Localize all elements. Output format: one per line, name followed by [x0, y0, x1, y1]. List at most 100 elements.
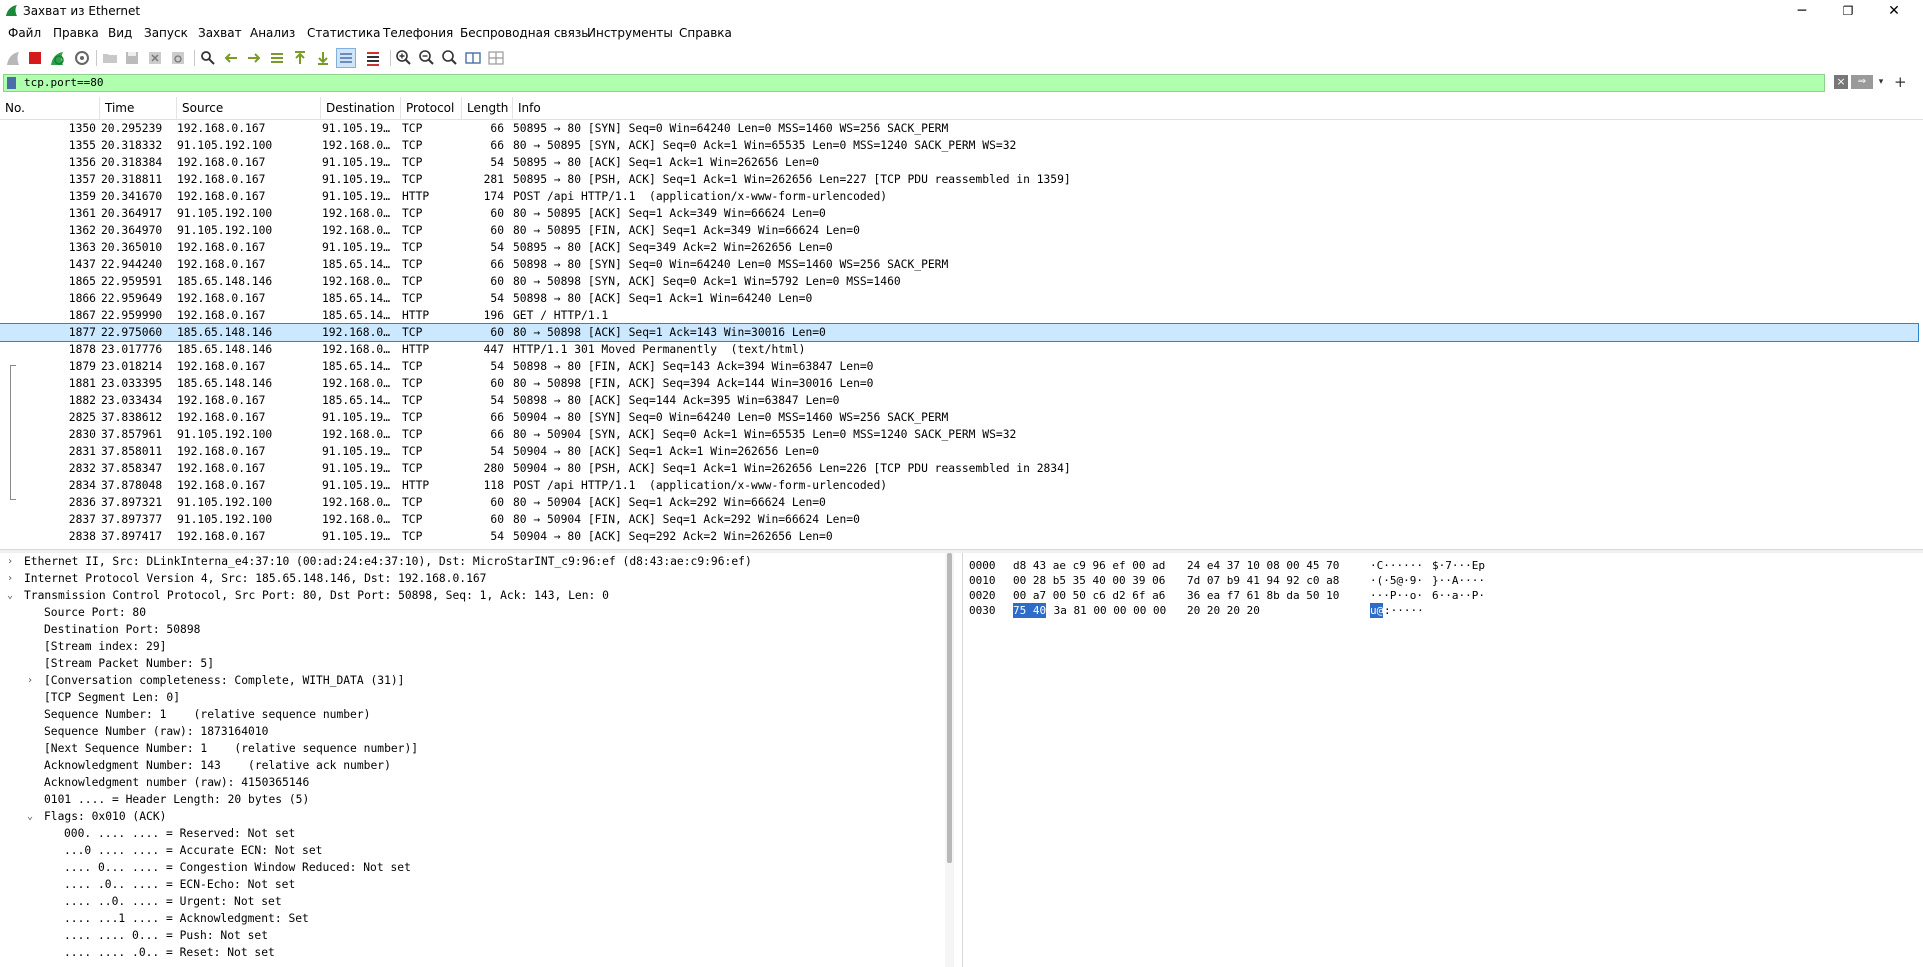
start-capture-fin-icon[interactable]	[4, 49, 22, 67]
menu-statistics[interactable]: Статистика	[307, 26, 381, 40]
menu-telephony[interactable]: Телефония	[383, 26, 453, 40]
collapse-chevron-down-icon[interactable]: ⌄	[24, 808, 36, 825]
column-header-destination[interactable]: Destination	[321, 97, 401, 119]
menu-capture[interactable]: Захват	[198, 26, 242, 40]
close-file-icon[interactable]	[146, 49, 164, 67]
go-forward-arrow-icon[interactable]	[245, 49, 263, 67]
byte-hex: 00 28 b5 35 40 00 39 06	[1013, 574, 1166, 587]
expand-chevron-right-icon[interactable]: ›	[4, 553, 16, 570]
expand-chevron-right-icon[interactable]: ›	[24, 672, 36, 689]
column-header-time[interactable]: Time	[100, 97, 177, 119]
cell-info: 50904 → 80 [PSH, ACK] Seq=1 Ack=1 Win=26…	[513, 462, 1071, 475]
column-header-protocol[interactable]: Protocol	[401, 97, 462, 119]
cell-info: 50895 → 80 [PSH, ACK] Seq=1 Ack=1 Win=26…	[513, 173, 1071, 186]
first-packet-icon[interactable]	[291, 49, 309, 67]
column-header-source[interactable]: Source	[177, 97, 321, 119]
table-row[interactable]: 1361 20.364917 91.105.192.100 192.168.0… TCP…	[0, 205, 1918, 222]
detail-tree-label: ...0 .... .... = Accurate ECN: Not set	[64, 844, 323, 857]
expand-chevron-right-icon[interactable]: ›	[4, 570, 16, 587]
column-header-info[interactable]: Info	[513, 97, 1918, 119]
table-row[interactable]: 2836 37.897321 91.105.192.100 192.168.0… TCP…	[0, 494, 1918, 511]
table-row[interactable]: 1865 22.959591 185.65.148.146 192.168.0… TCP…	[0, 273, 1918, 290]
cell-protocol: TCP	[402, 530, 423, 543]
table-row[interactable]: 2831 37.858011 192.168.0.167 91.105.19… TCP 5…	[0, 443, 1918, 460]
menu-edit[interactable]: Правка	[53, 26, 99, 40]
cell-source: 192.168.0.167	[177, 479, 266, 492]
find-packet-magnifier-icon[interactable]	[199, 49, 217, 67]
zoom-in-icon[interactable]	[395, 49, 413, 67]
colorize-list-icon[interactable]	[364, 49, 382, 67]
table-row[interactable]: 1357 20.318811 192.168.0.167 91.105.19… TCP 2…	[0, 171, 1918, 188]
cell-time: 23.033434	[101, 394, 163, 407]
packet-details-pane[interactable]: › Ethernet II, Src: DLinkInterna_e4:37:10…	[0, 553, 952, 967]
menu-view[interactable]: Вид	[108, 26, 132, 40]
minimize-button[interactable]: ─	[1779, 0, 1825, 22]
menu-analyze[interactable]: Анализ	[250, 26, 295, 40]
layout-grid-icon[interactable]	[487, 49, 505, 67]
table-row[interactable]: 1879 23.018214 192.168.0.167 185.65.14… TCP 5…	[0, 358, 1918, 375]
detail-tree-label: Destination Port: 50898	[44, 623, 201, 636]
add-filter-button-plus-icon[interactable]: +	[1894, 73, 1907, 91]
table-row[interactable]: 1882 23.033434 192.168.0.167 185.65.14… TCP 5…	[0, 392, 1918, 409]
table-row[interactable]: 2825 37.838612 192.168.0.167 91.105.19… TCP 6…	[0, 409, 1918, 426]
cell-length: 60	[490, 224, 504, 237]
menu-file[interactable]: Файл	[8, 26, 41, 40]
column-header-length[interactable]: Length	[462, 97, 513, 119]
packet-list-pane[interactable]: No. Time Source Destination Protocol Len…	[0, 97, 1923, 549]
autoscroll-icon[interactable]	[336, 48, 356, 68]
restart-capture-icon[interactable]	[48, 49, 66, 67]
save-file-icon[interactable]	[123, 49, 141, 67]
collapse-chevron-down-icon[interactable]: ⌄	[4, 587, 16, 604]
filter-bookmark-icon[interactable]	[7, 77, 16, 89]
last-packet-icon[interactable]	[314, 49, 332, 67]
cell-no: 2832	[68, 462, 96, 475]
table-row[interactable]: 1866 22.959649 192.168.0.167 185.65.14… TCP 5…	[0, 290, 1918, 307]
table-row[interactable]: 1362 20.364970 91.105.192.100 192.168.0… TCP…	[0, 222, 1918, 239]
menu-run[interactable]: Запуск	[144, 26, 188, 40]
cell-length: 54	[490, 445, 504, 458]
filter-history-chevron-down-icon[interactable]: ▾	[1876, 75, 1886, 89]
table-row[interactable]: 2838 37.897417 192.168.0.167 91.105.19… TCP 5…	[0, 528, 1918, 545]
go-back-arrow-icon[interactable]	[222, 49, 240, 67]
capture-options-gear-icon[interactable]	[73, 49, 91, 67]
table-row[interactable]: 1350 20.295239 192.168.0.167 91.105.19… TCP 6…	[0, 120, 1918, 137]
maximize-button[interactable]: ❐	[1825, 0, 1871, 22]
details-scrollbar-thumb[interactable]	[947, 553, 952, 863]
table-row[interactable]: 1878 23.017776 185.65.148.146 192.168.0… HTT…	[0, 341, 1918, 358]
table-row[interactable]: 2832 37.858347 192.168.0.167 91.105.19… TCP 2…	[0, 460, 1918, 477]
reload-file-icon[interactable]	[169, 49, 187, 67]
stop-capture-icon[interactable]	[26, 49, 44, 67]
cell-protocol: HTTP	[402, 343, 430, 356]
table-row[interactable]: 1867 22.959990 192.168.0.167 185.65.14… HTTP…	[0, 307, 1918, 324]
close-button[interactable]: ✕	[1871, 0, 1917, 22]
packet-bytes-pane[interactable]: 0000 d8 43 ae c9 96 ef 00 ad 24 e4 37 10 0…	[962, 553, 1923, 967]
table-row[interactable]: 1355 20.318332 91.105.192.100 192.168.0… TCP…	[0, 137, 1918, 154]
cell-destination: 91.105.19…	[322, 530, 391, 543]
table-row[interactable]: 1359 20.341670 192.168.0.167 91.105.19… HTTP…	[0, 188, 1918, 205]
table-row[interactable]: 2837 37.897377 91.105.192.100 192.168.0… TCP…	[0, 511, 1918, 528]
menu-help[interactable]: Справка	[679, 26, 732, 40]
cell-time: 37.858011	[101, 445, 163, 458]
column-header-no[interactable]: No.	[0, 97, 100, 119]
cell-source: 192.168.0.167	[177, 122, 266, 135]
normal-size-icon[interactable]	[441, 49, 459, 67]
display-filter-text[interactable]: tcp.port==80	[24, 76, 103, 89]
table-row[interactable]: 1881 23.033395 185.65.148.146 192.168.0… TCP…	[0, 375, 1918, 392]
zoom-out-icon[interactable]	[418, 49, 436, 67]
table-row[interactable]: 2834 37.878048 192.168.0.167 91.105.19… HTTP…	[0, 477, 1918, 494]
table-row[interactable]: 1437 22.944240 192.168.0.167 185.65.14… TCP 6…	[0, 256, 1918, 273]
table-row[interactable]: 2830 37.857961 91.105.192.100 192.168.0… TCP…	[0, 426, 1918, 443]
cell-destination: 192.168.0…	[322, 428, 391, 441]
apply-filter-arrow-icon[interactable]: ⇒	[1851, 75, 1873, 89]
table-row[interactable]: 1356 20.318384 192.168.0.167 91.105.19… TCP 5…	[0, 154, 1918, 171]
table-row[interactable]: 1363 20.365010 192.168.0.167 91.105.19… TCP 5…	[0, 239, 1918, 256]
display-filter-input[interactable]: tcp.port==80	[3, 74, 1825, 92]
menu-wireless[interactable]: Беспроводная связь	[460, 26, 588, 40]
resize-columns-icon[interactable]	[464, 49, 482, 67]
table-row[interactable]: 1877 22.975060 185.65.148.146 192.168.0… TCP…	[0, 323, 1919, 342]
open-file-folder-icon[interactable]	[101, 49, 119, 67]
go-to-packet-icon[interactable]	[268, 49, 286, 67]
menu-tools[interactable]: Инструменты	[587, 26, 673, 40]
clear-filter-icon[interactable]: ×	[1834, 75, 1848, 89]
byte-hex: d8 43 ae c9 96 ef 00 ad	[1013, 559, 1166, 572]
